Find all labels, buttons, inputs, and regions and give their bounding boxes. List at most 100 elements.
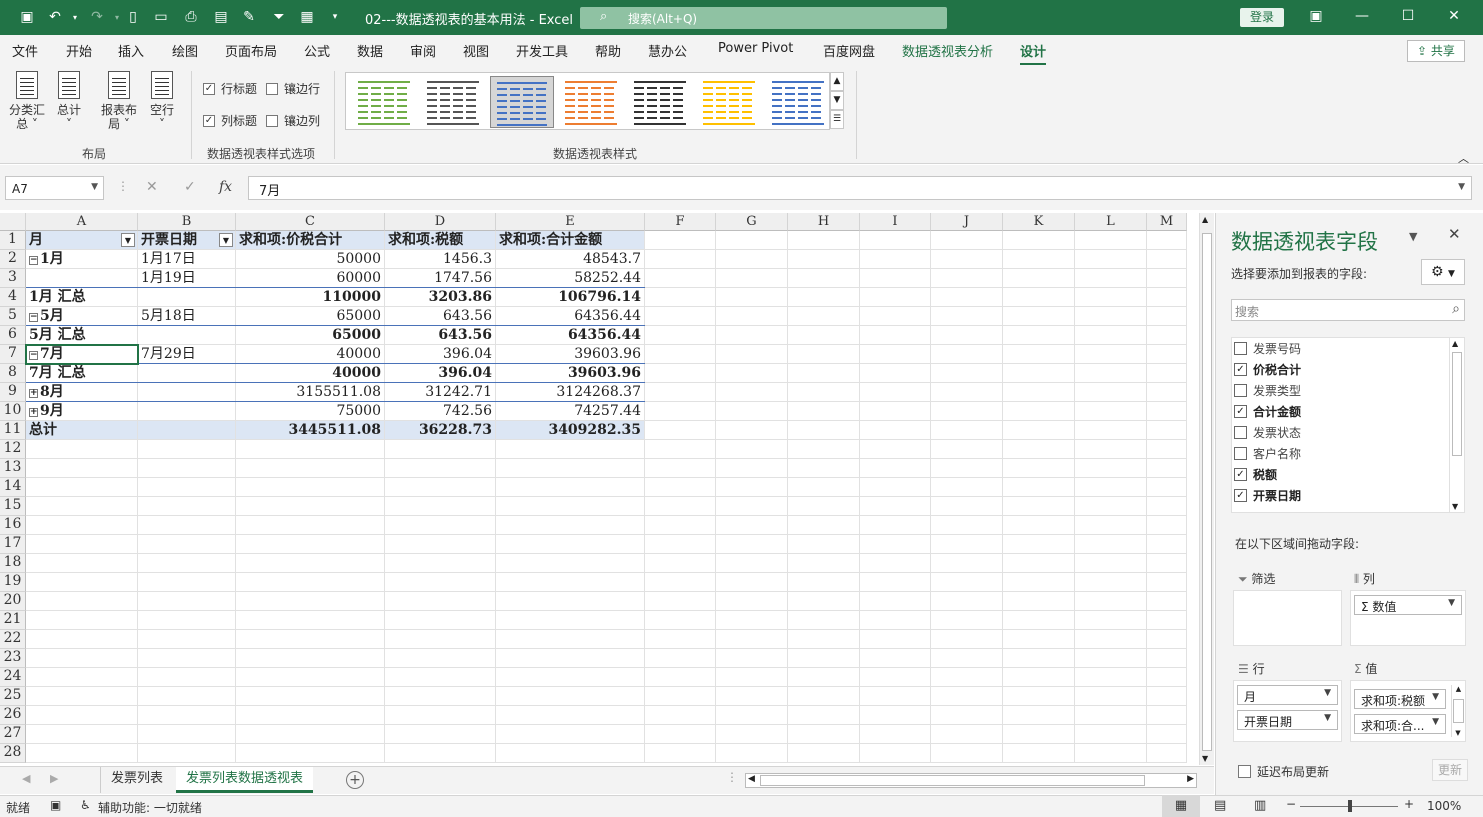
pivot-cell[interactable]: 7月 汇总 (26, 364, 138, 383)
grid-cell[interactable] (1075, 668, 1147, 687)
field-list-scrollbar[interactable]: ▲ ▼ (1449, 338, 1464, 512)
grid-cell[interactable] (236, 687, 385, 706)
tab-home[interactable]: 开始 (66, 41, 92, 60)
grid-cell[interactable] (385, 706, 496, 725)
row-headers-checkbox[interactable]: ✓ 行标题 (203, 80, 257, 97)
grid-cell[interactable] (716, 459, 788, 478)
grid-cell[interactable] (716, 478, 788, 497)
row-header[interactable]: 27 (0, 725, 26, 744)
field-item[interactable]: 发票号码 (1234, 338, 1301, 358)
grid-cell[interactable] (496, 687, 645, 706)
grid-cell[interactable] (1147, 231, 1187, 250)
row-header[interactable]: 22 (0, 630, 26, 649)
column-header[interactable]: I (860, 213, 931, 231)
field-item[interactable]: ✓ 税额 (1234, 464, 1277, 484)
grid-cell[interactable] (788, 459, 860, 478)
grid-cell[interactable] (1075, 421, 1147, 440)
field-item[interactable]: ✓ 价税合计 (1234, 359, 1301, 379)
grid-cell[interactable] (1003, 573, 1075, 592)
grid-cell[interactable] (385, 611, 496, 630)
grid-cell[interactable] (1147, 250, 1187, 269)
grid-cell[interactable] (236, 611, 385, 630)
grid-cell[interactable] (860, 630, 931, 649)
row-header[interactable]: 24 (0, 668, 26, 687)
pivot-cell[interactable]: +9月 (26, 402, 138, 421)
grid-cell[interactable] (26, 592, 138, 611)
grid-cell[interactable] (1003, 440, 1075, 459)
grid-cell[interactable] (1147, 288, 1187, 307)
grid-cell[interactable] (496, 554, 645, 573)
column-header[interactable]: J (931, 213, 1003, 231)
grid-cell[interactable] (645, 421, 716, 440)
grid-cell[interactable] (1003, 592, 1075, 611)
grid-cell[interactable] (645, 725, 716, 744)
grid-cell[interactable] (788, 706, 860, 725)
field-search-input[interactable]: 搜索 ⌕ (1231, 299, 1465, 321)
grid-cell[interactable] (860, 288, 931, 307)
grid-cell[interactable] (1075, 269, 1147, 288)
share-button[interactable]: ⇪ 共享 (1407, 40, 1465, 62)
new-file-icon[interactable]: ▯ (124, 8, 142, 26)
grid-cell[interactable] (1075, 592, 1147, 611)
grid-cell[interactable] (1075, 383, 1147, 402)
pivot-cell[interactable]: 月 ▼ (26, 231, 138, 250)
spreadsheet-grid[interactable]: A B C D E F G H I J K L M 1 2 3 4 5 6 7 8 9 10 11 12 13 14 15 16 17 18… (0, 213, 1197, 765)
row-header[interactable]: 8 (0, 364, 26, 383)
pivot-cell[interactable]: 65000 (236, 307, 385, 326)
grid-cell[interactable] (385, 725, 496, 744)
grid-cell[interactable] (788, 497, 860, 516)
grid-cell[interactable] (788, 250, 860, 269)
row-header[interactable]: 20 (0, 592, 26, 611)
row-header[interactable]: 17 (0, 535, 26, 554)
column-header[interactable]: L (1075, 213, 1147, 231)
save-icon[interactable]: ▣ (18, 8, 36, 26)
grid-cell[interactable] (860, 326, 931, 345)
grid-cell[interactable] (1003, 668, 1075, 687)
hscroll-thumb[interactable] (760, 775, 1145, 786)
tab-draw[interactable]: 绘图 (172, 41, 198, 60)
row-field-date[interactable]: 开票日期 ▼ (1237, 710, 1338, 730)
pivot-cell[interactable]: 64356.44 (496, 307, 645, 326)
tab-developer[interactable]: 开发工具 (516, 41, 568, 60)
grid-cell[interactable] (138, 573, 236, 592)
tab-pivot-analyze[interactable]: 数据透视表分析 (902, 41, 993, 60)
pivot-cell[interactable]: 643.56 (385, 326, 496, 345)
grid-cell[interactable] (931, 307, 1003, 326)
grid-cell[interactable] (1147, 269, 1187, 288)
grid-cell[interactable] (716, 592, 788, 611)
grid-cell[interactable] (716, 421, 788, 440)
grid-cell[interactable] (496, 649, 645, 668)
grid-cell[interactable] (26, 649, 138, 668)
grid-cell[interactable] (860, 421, 931, 440)
expand-icon[interactable]: + (29, 408, 38, 417)
grid-cell[interactable] (788, 364, 860, 383)
grid-cell[interactable] (788, 611, 860, 630)
grid-cell[interactable] (138, 440, 236, 459)
filter-drop-area[interactable] (1233, 590, 1342, 646)
grid-cell[interactable] (1003, 516, 1075, 535)
row-header[interactable]: 25 (0, 687, 26, 706)
grid-cell[interactable] (931, 421, 1003, 440)
column-header[interactable]: K (1003, 213, 1075, 231)
grid-cell[interactable] (716, 554, 788, 573)
grid-cell[interactable] (645, 592, 716, 611)
grid-cell[interactable] (860, 307, 931, 326)
column-header[interactable]: B (138, 213, 236, 231)
grid-cell[interactable] (1075, 611, 1147, 630)
grid-cell[interactable] (236, 459, 385, 478)
grid-cell[interactable] (236, 725, 385, 744)
grid-cell[interactable] (1147, 478, 1187, 497)
grid-cell[interactable] (1075, 554, 1147, 573)
row-header[interactable]: 15 (0, 497, 26, 516)
pivot-cell[interactable] (138, 402, 236, 421)
grid-cell[interactable] (788, 345, 860, 364)
grid-cell[interactable] (1003, 345, 1075, 364)
grid-cell[interactable] (716, 725, 788, 744)
grid-cell[interactable] (236, 554, 385, 573)
grid-cell[interactable] (716, 402, 788, 421)
blank-rows-button[interactable]: 空行 ˅ (146, 71, 178, 131)
grid-cell[interactable] (385, 459, 496, 478)
grid-cell[interactable] (931, 649, 1003, 668)
pivot-cell[interactable]: 110000 (236, 288, 385, 307)
grid-cell[interactable] (1075, 573, 1147, 592)
